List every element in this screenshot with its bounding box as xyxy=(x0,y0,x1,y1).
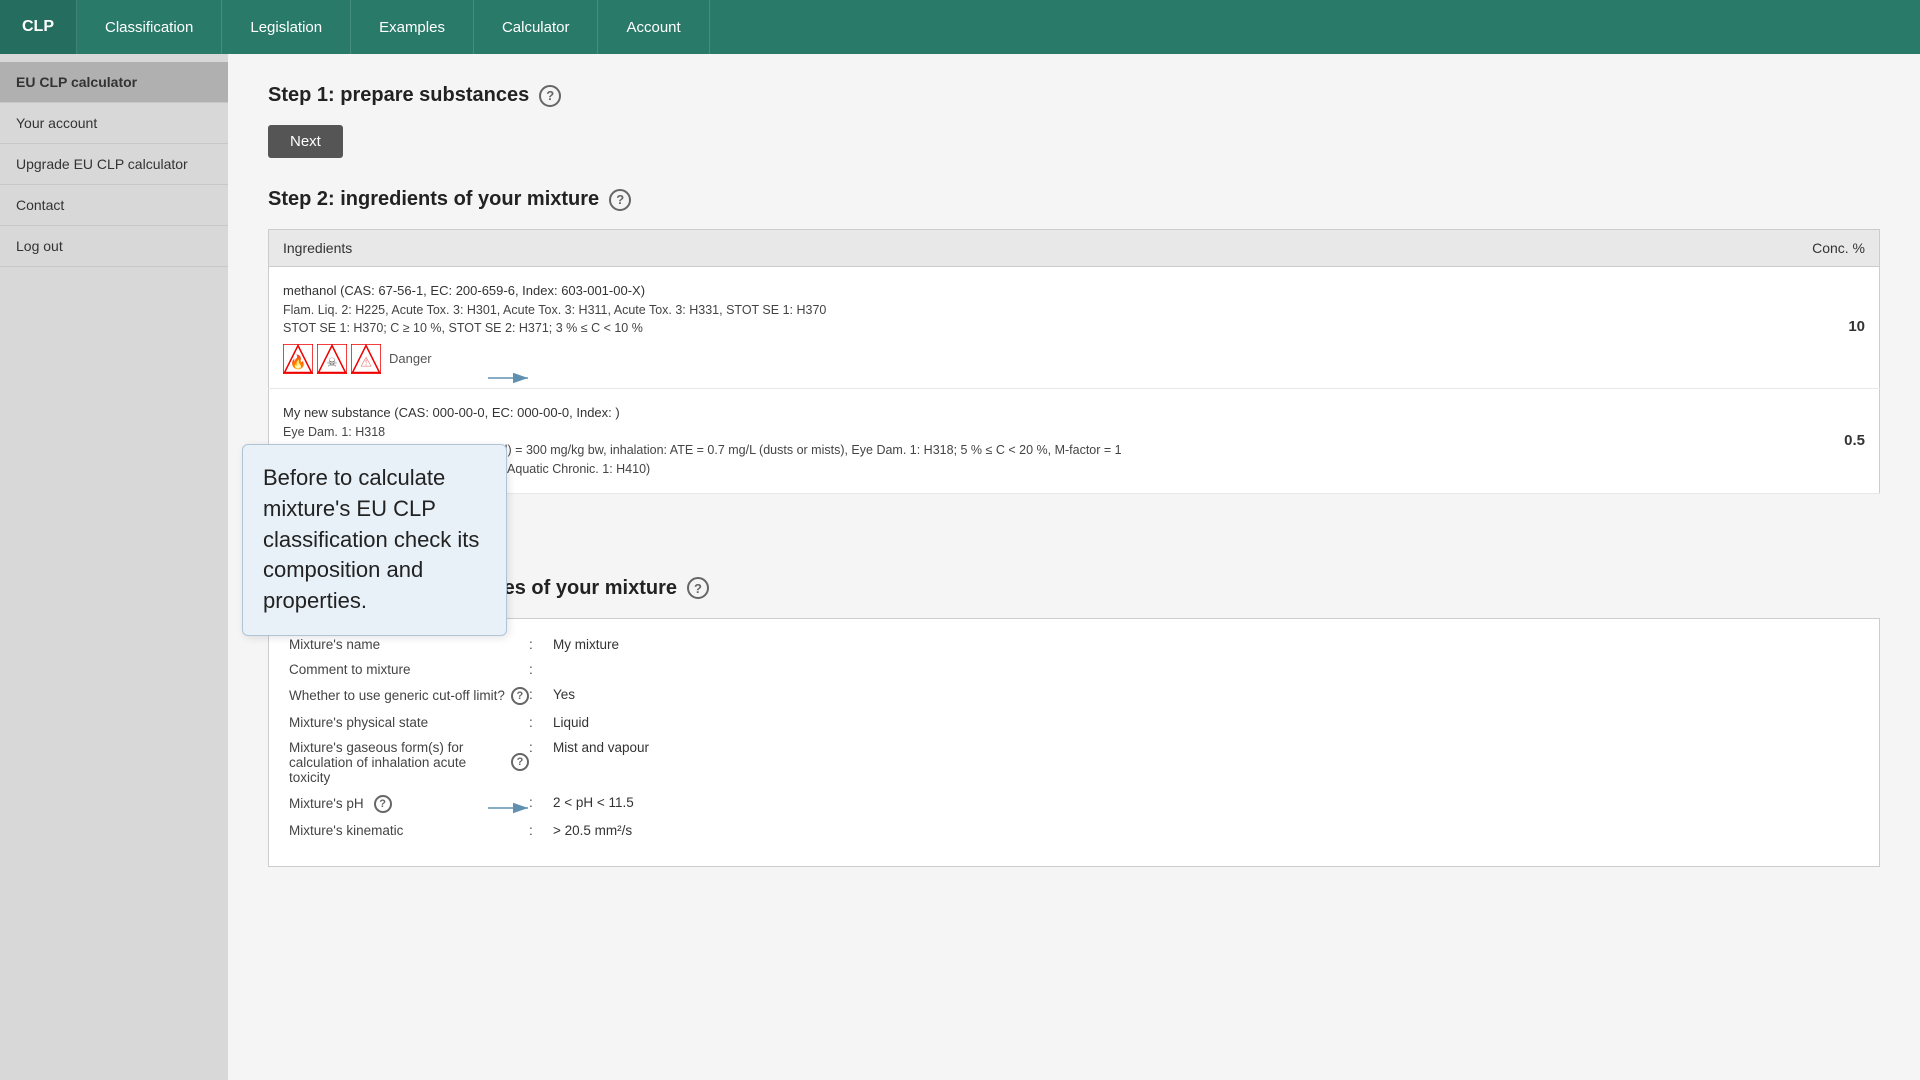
prop-value-name: My mixture xyxy=(553,637,619,652)
prop-label-kinematic: Mixture's kinematic xyxy=(289,823,529,838)
prop-gaseous-help-icon[interactable]: ? xyxy=(511,753,529,771)
ingredient-extra-1: STOT SE 1: H370; C ≥ 10 %, STOT SE 2: H3… xyxy=(283,319,1766,338)
exclamation-ghs-icon: ⚠ xyxy=(351,344,381,374)
sidebar-item-contact[interactable]: Contact xyxy=(0,185,228,226)
prop-comment: Comment to mixture : xyxy=(289,662,1859,677)
prop-physical-state: Mixture's physical state : Liquid xyxy=(289,715,1859,730)
prop-cutoff-help-icon[interactable]: ? xyxy=(511,687,529,705)
nav-item-examples[interactable]: Examples xyxy=(351,0,474,54)
prop-label-ph: Mixture's pH ? xyxy=(289,795,529,813)
sidebar-item-your-account[interactable]: Your account xyxy=(0,103,228,144)
main-content: Step 1: prepare substances ? Next Step 2… xyxy=(228,54,1920,1080)
prop-sep-name: : xyxy=(529,637,553,652)
ingredient-hazards-1: Flam. Liq. 2: H225, Acute Tox. 3: H301, … xyxy=(283,301,1766,320)
ingredient-hazards-2: Eye Dam. 1: H318 xyxy=(283,423,1766,442)
prop-ph: Mixture's pH ? : 2 < pH < 11.5 xyxy=(289,795,1859,813)
nav-item-account[interactable]: Account xyxy=(598,0,709,54)
nav-item-legislation[interactable]: Legislation xyxy=(222,0,351,54)
sidebar: EU CLP calculator Your account Upgrade E… xyxy=(0,54,228,1080)
svg-text:🔥: 🔥 xyxy=(290,354,307,370)
prop-value-gaseous: Mist and vapour xyxy=(553,740,649,755)
top-navigation: CLP Classification Legislation Examples … xyxy=(0,0,1920,54)
prop-cutoff: Whether to use generic cut-off limit? ? … xyxy=(289,687,1859,705)
danger-label-1: Danger xyxy=(389,349,432,369)
sidebar-item-log-out[interactable]: Log out xyxy=(0,226,228,267)
svg-text:☠: ☠ xyxy=(327,356,338,370)
prop-label-cutoff: Whether to use generic cut-off limit? ? xyxy=(289,687,529,705)
prop-value-cutoff: Yes xyxy=(553,687,575,702)
prop-sep-comment: : xyxy=(529,662,553,677)
prop-value-kinematic: > 20.5 mm²/s xyxy=(553,823,632,838)
table-row: methanol (CAS: 67-56-1, EC: 200-659-6, I… xyxy=(269,267,1880,389)
prop-sep-gaseous: : xyxy=(529,740,553,755)
nav-item-clp[interactable]: CLP xyxy=(0,0,77,54)
sidebar-item-upgrade[interactable]: Upgrade EU CLP calculator xyxy=(0,144,228,185)
prop-label-physical: Mixture's physical state xyxy=(289,715,529,730)
prop-sep-cutoff: : xyxy=(529,687,553,702)
nav-item-classification[interactable]: Classification xyxy=(77,0,222,54)
step2-title: Step 2: ingredients of your mixture ? xyxy=(268,188,1880,211)
prop-label-comment: Comment to mixture xyxy=(289,662,529,677)
tooltip-text: Before to calculate mixture's EU CLP cla… xyxy=(263,465,479,613)
sidebar-item-eu-clp-calculator[interactable]: EU CLP calculator xyxy=(0,62,228,103)
ingredient-name-1: methanol (CAS: 67-56-1, EC: 200-659-6, I… xyxy=(283,281,1766,301)
tooltip-box: Before to calculate mixture's EU CLP cla… xyxy=(242,444,507,636)
skull-ghs-icon: ☠ xyxy=(317,344,347,374)
step3-help-icon[interactable]: ? xyxy=(687,577,709,599)
properties-box: Mixture's name : My mixture Comment to m… xyxy=(268,618,1880,867)
step2-help-icon[interactable]: ? xyxy=(609,189,631,211)
prop-gaseous: Mixture's gaseous form(s) for calculatio… xyxy=(289,740,1859,785)
ingredient-conc-1: 10 xyxy=(1780,267,1880,389)
ingredients-table: Ingredients Conc. % methanol (CAS: 67-56… xyxy=(268,229,1880,494)
prop-label-name: Mixture's name xyxy=(289,637,529,652)
step1-help-icon[interactable]: ? xyxy=(539,85,561,107)
prop-value-ph: 2 < pH < 11.5 xyxy=(553,795,634,810)
ingredient-cell-1: methanol (CAS: 67-56-1, EC: 200-659-6, I… xyxy=(269,267,1780,389)
step2-section: Step 2: ingredients of your mixture ? In… xyxy=(268,188,1880,577)
prop-kinematic: Mixture's kinematic : > 20.5 mm²/s xyxy=(289,823,1859,838)
prop-sep-physical: : xyxy=(529,715,553,730)
ingredient-conc-2: 0.5 xyxy=(1780,389,1880,494)
step1-section: Step 1: prepare substances ? Next xyxy=(268,84,1880,188)
ingredient-name-2: My new substance (CAS: 000-00-0, EC: 000… xyxy=(283,403,1766,423)
step1-next-button[interactable]: Next xyxy=(268,125,343,158)
prop-sep-kinematic: : xyxy=(529,823,553,838)
prop-mixture-name: Mixture's name : My mixture xyxy=(289,637,1859,652)
step3-section: Step 3: describe properties of your mixt… xyxy=(268,577,1880,867)
ghs-icons-1: 🔥 ☠ xyxy=(283,344,1766,374)
step1-title: Step 1: prepare substances ? xyxy=(268,84,1880,107)
table-row: My new substance (CAS: 000-00-0, EC: 000… xyxy=(269,389,1880,494)
flame-ghs-icon: 🔥 xyxy=(283,344,313,374)
step3-title: Step 3: describe properties of your mixt… xyxy=(268,577,1880,600)
col-conc: Conc. % xyxy=(1780,230,1880,267)
nav-item-calculator[interactable]: Calculator xyxy=(474,0,599,54)
prop-sep-ph: : xyxy=(529,795,553,810)
prop-ph-help-icon[interactable]: ? xyxy=(374,795,392,813)
col-ingredients: Ingredients xyxy=(269,230,1780,267)
prop-label-gaseous: Mixture's gaseous form(s) for calculatio… xyxy=(289,740,529,785)
svg-text:⚠: ⚠ xyxy=(360,355,372,370)
prop-value-physical: Liquid xyxy=(553,715,589,730)
